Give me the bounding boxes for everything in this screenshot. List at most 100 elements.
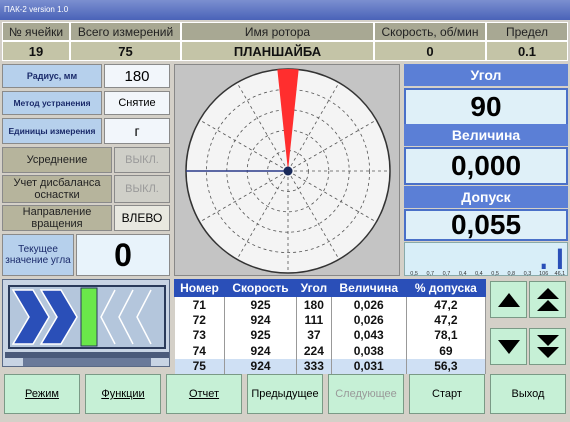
method-select[interactable]: Снятие — [104, 91, 170, 115]
header-speed-value: 0 — [374, 41, 486, 61]
table-row-selected[interactable]: 75 924 333 0,031 56,3 — [174, 358, 487, 374]
table-cell: 56,3 — [406, 358, 487, 374]
current-angle-label: Текущее значение угла — [2, 234, 74, 276]
imbalance-label: Учет дисбаланса оснастки — [2, 175, 112, 203]
col-magnitude-header: Величина — [330, 279, 407, 297]
magnitude-label: Величина — [404, 124, 568, 146]
header-cell-label: № ячейки — [2, 22, 70, 41]
previous-button[interactable]: Предыдущее — [247, 374, 323, 414]
table-cell: 47,2 — [406, 312, 487, 328]
table-cell: 925 — [224, 296, 298, 312]
table-cell: 47,2 — [406, 296, 487, 312]
units-select[interactable]: г — [104, 118, 170, 144]
header-rotor-label: Имя ротора — [181, 22, 374, 41]
current-angle-value: 0 — [76, 234, 170, 276]
table-cell: 111 — [296, 312, 332, 328]
exit-button[interactable]: Выход — [490, 374, 566, 414]
functions-button[interactable]: Функции — [85, 374, 161, 414]
col-tolerance-header: % допуска — [405, 279, 487, 297]
start-button-label: Старт — [432, 388, 462, 400]
units-label: Единицы измерения — [2, 118, 102, 144]
histogram-tick-label: 0,8 — [507, 271, 515, 277]
table-cell: 72 — [174, 312, 225, 328]
histogram-tick-label: 0,4 — [475, 271, 483, 277]
functions-button-label: Функции — [101, 388, 145, 400]
header-rotor-value: ПЛАНШАЙБА — [181, 41, 374, 61]
triangle-up-icon — [497, 292, 520, 307]
header-total-label: Всего измерений — [70, 22, 181, 41]
header-limit-label: Предел — [486, 22, 568, 41]
triangle-down-icon — [497, 339, 520, 354]
double-triangle-down-icon — [536, 334, 559, 358]
table-cell: 333 — [296, 358, 332, 374]
start-button[interactable]: Старт — [409, 374, 485, 414]
scroll-page-up-button[interactable] — [529, 281, 566, 318]
previous-button-label: Предыдущее — [251, 388, 319, 400]
report-button[interactable]: Отчет — [166, 374, 242, 414]
radius-input[interactable]: 180 — [104, 64, 170, 88]
histogram-bar — [541, 263, 546, 269]
table-cell: 73 — [174, 327, 225, 343]
polar-plot-panel — [174, 64, 400, 276]
radius-label: Радиус, мм — [2, 64, 102, 88]
table-cell: 37 — [296, 327, 332, 343]
table-cell: 71 — [174, 296, 225, 312]
histogram-tick-label: 0,7 — [443, 271, 451, 277]
table-cell: 0,043 — [331, 327, 407, 343]
position-indicator — [80, 287, 98, 347]
table-cell: 924 — [224, 358, 298, 374]
next-button[interactable]: Следующее — [328, 374, 404, 414]
angle-value: 90 — [404, 88, 568, 126]
measurement-log-table: Номер Скорость Угол Величина % допуска 7… — [174, 279, 487, 374]
histogram-tick-label: 0,5 — [410, 271, 418, 277]
histogram-tick-label: 0,4 — [459, 271, 467, 277]
header-cell-value: 19 — [2, 41, 70, 61]
mode-button[interactable]: Режим — [4, 374, 80, 414]
tolerance-value: 0,055 — [404, 209, 568, 241]
window-title: ПАК-2 version 1.0 — [0, 0, 570, 20]
double-triangle-up-icon — [536, 287, 559, 311]
histogram-tick-label: 0,5 — [491, 271, 499, 277]
header-speed-label: Скорость, об/мин — [374, 22, 486, 41]
exit-button-label: Выход — [511, 388, 545, 400]
scroll-page-down-button[interactable] — [529, 328, 566, 365]
polar-center — [283, 166, 293, 176]
histogram-tick-label: 46,1 — [555, 271, 566, 277]
header-limit-value: 0.1 — [486, 41, 568, 61]
histogram-tick-label: 106 — [539, 271, 548, 277]
polar-plot — [185, 68, 391, 274]
histogram-tick-label: 0,7 — [426, 271, 434, 277]
direction-toggle[interactable]: ВЛЕВО — [114, 205, 170, 231]
table-cell: 180 — [296, 296, 332, 312]
table-cell: 74 — [174, 343, 225, 359]
table-cell: 224 — [296, 343, 332, 359]
next-button-label: Следующее — [335, 388, 397, 400]
table-row[interactable]: 72 924 111 0,026 47,2 — [174, 312, 487, 328]
histogram-bar — [557, 248, 562, 269]
scroll-down-button[interactable] — [490, 328, 527, 365]
table-cell: 0,038 — [331, 343, 407, 359]
table-row[interactable]: 74 924 224 0,038 69 — [174, 343, 487, 359]
table-cell: 0,031 — [331, 358, 407, 374]
col-speed-header: Скорость — [223, 279, 298, 297]
mode-button-label: Режим — [25, 388, 59, 400]
scroll-up-button[interactable] — [490, 281, 527, 318]
col-angle-header: Угол — [296, 279, 332, 297]
averaging-label: Усреднение — [2, 147, 112, 173]
header-total-value: 75 — [70, 41, 181, 61]
rotor-indicator-panel — [2, 279, 170, 367]
method-label: Метод устранения — [2, 91, 102, 115]
histogram-tick-label: 0,3 — [524, 271, 532, 277]
table-row[interactable]: 73 925 37 0,043 78,1 — [174, 327, 487, 343]
report-button-label: Отчет — [188, 388, 220, 400]
averaging-toggle[interactable]: ВЫКЛ. — [114, 147, 170, 173]
direction-label: Направление вращения — [2, 205, 112, 231]
table-row[interactable]: 71 925 180 0,026 47,2 — [174, 296, 487, 312]
table-cell: 925 — [224, 327, 298, 343]
imbalance-toggle[interactable]: ВЫКЛ. — [114, 175, 170, 203]
angle-label: Угол — [404, 64, 568, 86]
table-cell: 0,026 — [331, 296, 407, 312]
table-cell: 69 — [406, 343, 487, 359]
magnitude-value: 0,000 — [404, 147, 568, 185]
tolerance-label: Допуск — [404, 186, 568, 208]
